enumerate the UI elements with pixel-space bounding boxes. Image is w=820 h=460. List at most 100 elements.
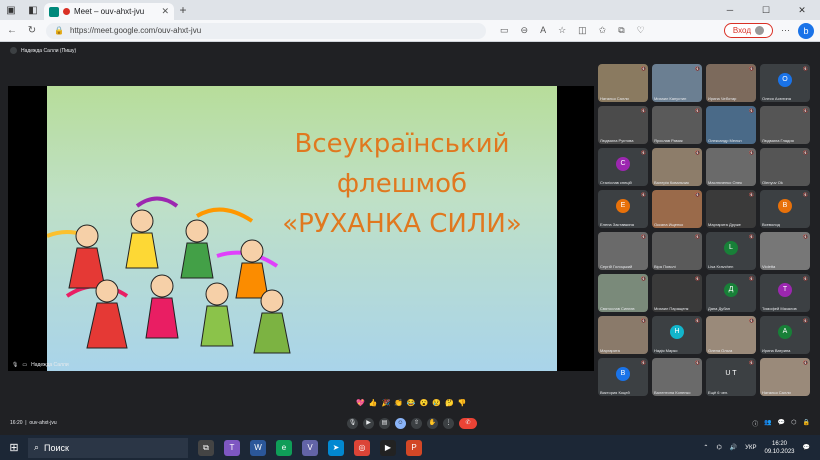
participant-tile[interactable]: 🔇 Олександр Мельн — [706, 106, 756, 144]
more-menu-icon[interactable]: ⋯ — [781, 25, 790, 36]
camera-toggle-button[interactable]: ▶ — [363, 417, 374, 429]
reaction-emoji[interactable]: 😢 — [432, 399, 441, 407]
reaction-emoji[interactable]: 💖 — [356, 399, 365, 407]
participant-tile[interactable]: 🔇 T Тимофей Мазалов — [760, 274, 810, 312]
reaction-emoji[interactable]: 👏 — [394, 399, 403, 407]
participant-tile[interactable]: 🔇 Маргарита Друже — [706, 190, 756, 228]
host-controls-icon[interactable]: 🔒 — [803, 419, 810, 428]
participant-tile[interactable]: 🔇 Михаил Паращенк — [652, 274, 702, 312]
url-field[interactable]: 🔒 https://meet.google.com/ouv-ahxt-jvu — [46, 22, 486, 39]
copilot-icon[interactable]: b — [798, 22, 814, 39]
favorite-star-icon[interactable]: ☆ — [558, 25, 566, 36]
participant-tile[interactable]: 🔇 О Олеся Асютина — [760, 64, 810, 102]
participant-tile[interactable]: 🔇 E Елена Заставкина — [598, 190, 648, 228]
participant-tile[interactable]: 🔇 Сергій Голоцький — [598, 232, 648, 270]
participant-tile[interactable]: 🔇 Михаил Капустин — [652, 64, 702, 102]
task-view-icon[interactable]: ⧉ — [198, 439, 214, 456]
windows-start-icon[interactable]: ⊞ — [0, 441, 28, 454]
participant-tile[interactable]: 🔇 Ирина Чеботар — [706, 64, 756, 102]
participant-tile[interactable]: 🔇 Оксана Ищенко — [652, 190, 702, 228]
participant-tile[interactable]: 🔇 В Виктория Коцей — [598, 358, 648, 396]
participant-tile[interactable]: 🔇 С Сталіслав спецій — [598, 148, 648, 186]
telegram-icon[interactable]: ➤ — [328, 439, 344, 456]
presentation-stage[interactable]: Всеукраїнський флешмоб «РУХАНКА СИЛИ» 🎙 … — [8, 86, 594, 371]
raise-hand-button[interactable]: ✋ — [427, 417, 438, 429]
participant-tile[interactable]: 🔇 Olenyuv Ok — [760, 148, 810, 186]
reload-icon[interactable]: ↻ — [26, 25, 38, 36]
camera-permission-icon[interactable]: ▭ — [500, 25, 509, 36]
search-label: Поиск — [44, 442, 69, 453]
chat-icon[interactable]: 💬 — [778, 419, 785, 428]
participant-name: Сталіслав спецій — [600, 180, 632, 185]
info-icon[interactable]: ⓘ — [752, 419, 758, 428]
tray-overflow-icon[interactable]: ⌃ — [703, 444, 708, 451]
network-icon[interactable]: ⌬ — [716, 444, 721, 451]
tab-title: Meet – ouv-ahxt-jvu — [74, 7, 145, 16]
participant-tile[interactable]: 🔇 Маслюченко Олек — [706, 148, 756, 186]
participant-tile[interactable]: 🔇 L Lisa Kravchen — [706, 232, 756, 270]
more-options-button[interactable]: ⋮ — [443, 417, 454, 429]
participant-tile[interactable]: 🔇 Маргарита — [598, 316, 648, 354]
minimize-button[interactable]: ─ — [712, 5, 748, 16]
muted-mic-icon: 🔇 — [749, 66, 754, 71]
captions-button[interactable]: ▤ — [379, 417, 390, 429]
participant-tile[interactable]: 🔇 Валерія Ковальчик — [652, 148, 702, 186]
end-call-button[interactable]: ✆ — [459, 417, 477, 429]
participant-tile[interactable]: 🔇 Наталья Салли — [598, 64, 648, 102]
participant-tile[interactable]: 🔇 Олена Ольга — [706, 316, 756, 354]
participant-tile[interactable]: 🔇 Н Надія Марко — [652, 316, 702, 354]
tab-actions-icon[interactable]: ▣ — [0, 0, 22, 20]
language-indicator[interactable]: УКР — [745, 445, 756, 451]
reaction-emoji[interactable]: 😮 — [420, 399, 429, 407]
participant-tile[interactable]: 🔇 А Ирина Ватрина — [760, 316, 810, 354]
participant-tile[interactable]: 🔇 U T Ещё 6 чел. — [706, 358, 756, 396]
participant-tile[interactable]: 🔇 Д Дана Дубан — [706, 274, 756, 312]
reaction-emoji[interactable]: 😂 — [407, 399, 416, 407]
workspaces-icon[interactable]: ◧ — [22, 0, 44, 20]
present-button[interactable]: ⇧ — [411, 417, 422, 429]
taskbar-search[interactable]: ⌕ Поиск — [28, 437, 188, 458]
participant-name: Наталья Салли — [762, 390, 791, 395]
participant-tile[interactable]: 🔇 Наталья Салли — [760, 358, 810, 396]
notifications-icon[interactable]: 💬 — [803, 444, 810, 451]
collections-icon[interactable]: ⧉ — [618, 25, 624, 36]
reaction-emoji[interactable]: 🎉 — [381, 399, 390, 407]
close-window-button[interactable]: ✕ — [784, 5, 820, 16]
edge-icon[interactable]: e — [276, 439, 292, 456]
volume-icon[interactable]: 🔊 — [730, 444, 737, 451]
reaction-emoji[interactable]: 👎 — [458, 399, 467, 407]
mic-toggle-button[interactable]: 🎙 — [347, 417, 358, 429]
participant-tile[interactable]: 🔇 Violetta — [760, 232, 810, 270]
participant-tile[interactable]: 🔇 Валентина Коненко — [652, 358, 702, 396]
reaction-emoji[interactable]: 🤔 — [445, 399, 454, 407]
chrome-icon[interactable]: ◎ — [354, 439, 370, 456]
reaction-emoji[interactable]: 👍 — [369, 399, 378, 407]
viber-icon[interactable]: V — [302, 439, 318, 456]
teams-icon[interactable]: T — [224, 439, 240, 456]
media-player-icon[interactable]: ▶ — [380, 439, 396, 456]
browser-tab-meet[interactable]: Meet – ouv-ahxt-jvu ✕ — [44, 3, 174, 20]
signin-button[interactable]: Вход — [723, 23, 773, 38]
participant-tile[interactable]: 🔇 Людмила Гладия — [760, 106, 810, 144]
zoom-icon[interactable]: ⊖ — [521, 25, 529, 36]
browser-essentials-icon[interactable]: ♡ — [637, 25, 645, 36]
participant-tile[interactable]: 🔇 Віра Поволі — [652, 232, 702, 270]
tab-close-icon[interactable]: ✕ — [161, 6, 169, 17]
word-icon[interactable]: W — [250, 439, 266, 456]
read-aloud-icon[interactable]: A — [540, 25, 546, 36]
powerpoint-icon[interactable]: P — [406, 439, 422, 456]
meeting-info: 16:20 | ouv-ahxt-jvu — [10, 420, 57, 426]
favorites-icon[interactable]: ✩ — [599, 25, 607, 36]
system-clock[interactable]: 16:20 09.10.2023 — [764, 440, 794, 456]
participant-tile[interactable]: 🔇 Святослав Синєєв — [598, 274, 648, 312]
reactions-button[interactable]: ☺ — [395, 417, 406, 429]
maximize-button[interactable]: ☐ — [748, 5, 784, 16]
new-tab-button[interactable]: + — [174, 3, 192, 17]
participant-tile[interactable]: 🔇 Ярослав Рамик — [652, 106, 702, 144]
back-icon[interactable]: ← — [6, 25, 18, 36]
split-screen-icon[interactable]: ◫ — [578, 25, 587, 36]
activities-icon[interactable]: ⬡ — [791, 419, 796, 428]
participant-tile[interactable]: 🔇 В Всеволод — [760, 190, 810, 228]
participant-tile[interactable]: 🔇 Людмила Рустова — [598, 106, 648, 144]
people-icon[interactable]: 👥 — [764, 419, 771, 428]
